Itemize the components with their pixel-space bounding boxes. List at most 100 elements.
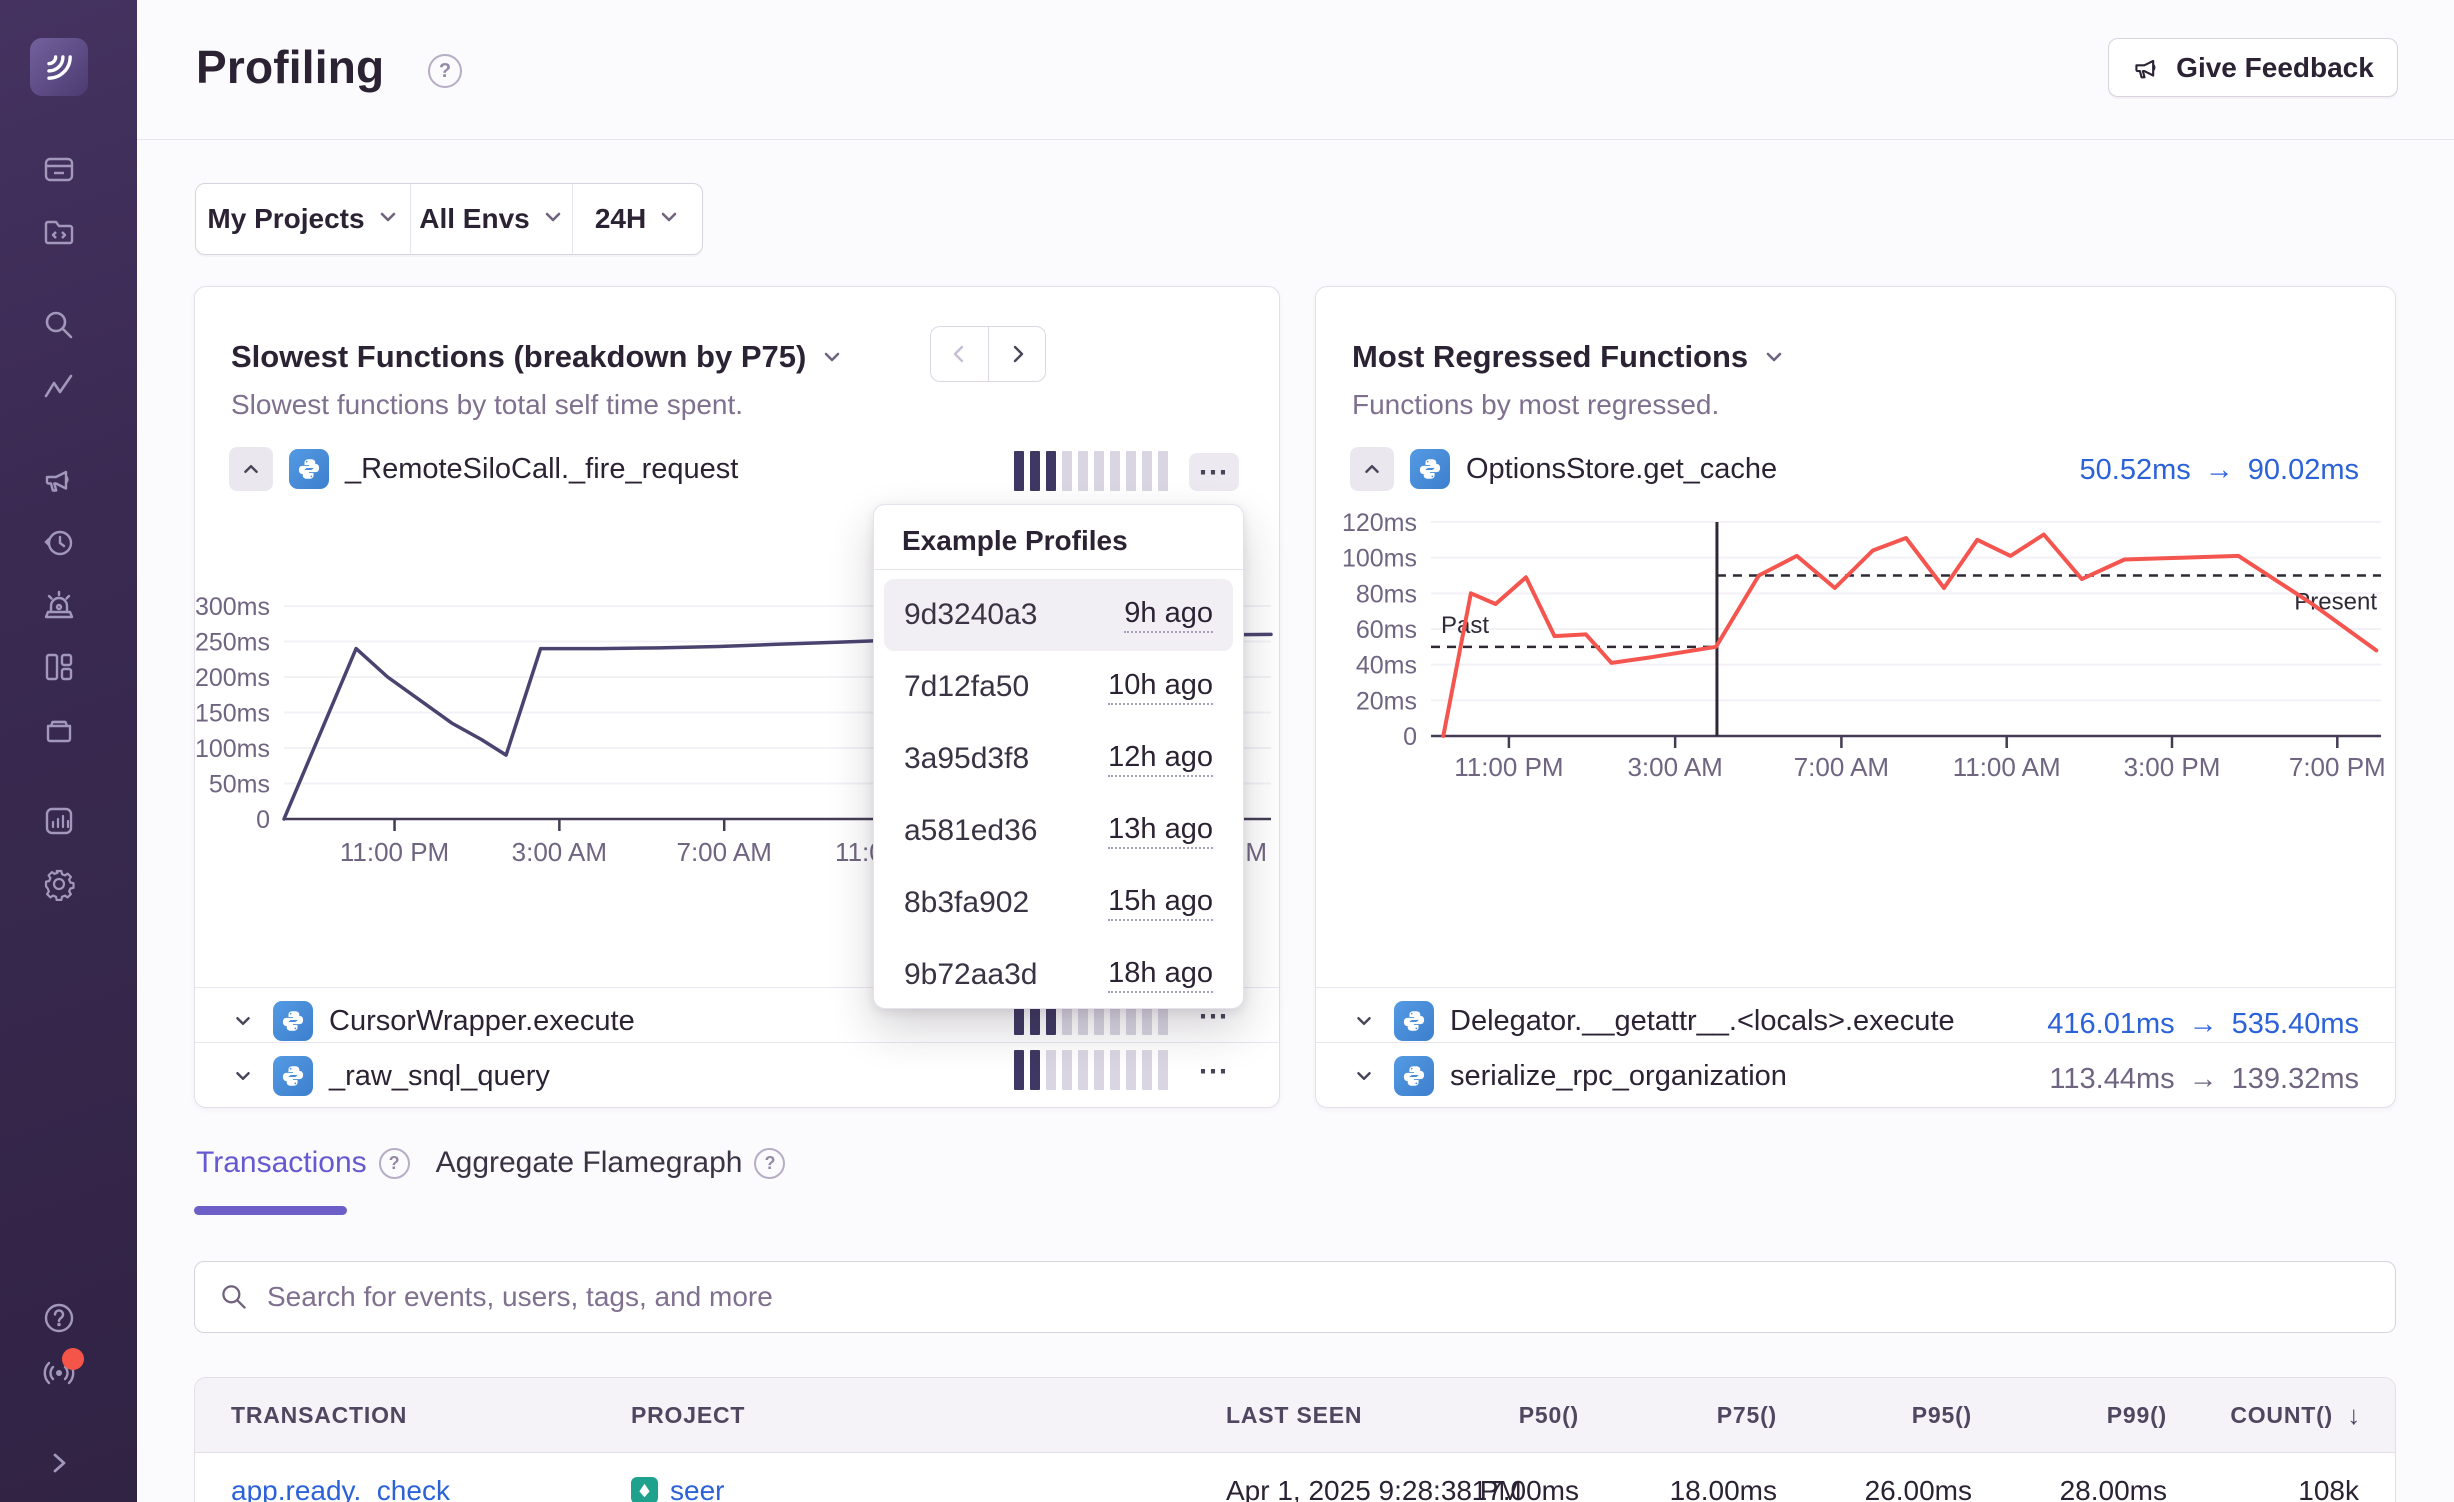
table-header-row: TRANSACTION PROJECT LAST SEEN P50() P75(… [195, 1378, 2395, 1453]
date-range-filter[interactable]: 24H [573, 184, 702, 254]
sidebar-item-search[interactable] [42, 308, 76, 342]
collapse-function-button[interactable] [229, 447, 273, 491]
tab-transactions[interactable]: Transactions ? [196, 1146, 410, 1180]
column-header-p99[interactable]: P99() [2107, 1378, 2167, 1453]
column-header-p75[interactable]: P75() [1717, 1378, 1777, 1453]
sort-desc-icon[interactable]: ↓ [2347, 1378, 2361, 1453]
search-input[interactable] [267, 1281, 2395, 1313]
sidebar-item-alerts[interactable] [42, 588, 76, 622]
function-sparkline [1014, 451, 1168, 491]
python-platform-icon [289, 449, 329, 489]
function-menu-button[interactable]: ⋯ [1189, 453, 1239, 491]
seer-project-icon [631, 1477, 658, 1502]
function-name: _raw_snql_query [329, 1060, 550, 1093]
expand-function-button[interactable] [1350, 1062, 1378, 1090]
flamegraph-help-icon[interactable]: ? [754, 1148, 785, 1179]
chevron-down-icon [542, 203, 564, 235]
pager-prev-button[interactable] [930, 326, 988, 382]
svg-text:80ms: 80ms [1356, 580, 1417, 608]
sidebar-item-help[interactable] [42, 1301, 76, 1335]
profiling-help-icon[interactable]: ? [428, 54, 462, 88]
profile-age-link[interactable]: 13h ago [1108, 813, 1213, 849]
python-platform-icon [273, 1001, 313, 1041]
svg-text:150ms: 150ms [195, 700, 270, 728]
profiling-page: Profiling ? Give Feedback My Projects Al… [0, 0, 2454, 1502]
profile-item[interactable]: 9b72aa3d 18h ago [884, 939, 1233, 1011]
column-header-p95[interactable]: P95() [1912, 1378, 1972, 1453]
sidebar-item-explore[interactable] [42, 215, 76, 249]
python-platform-icon [1394, 1001, 1434, 1041]
transactions-help-icon[interactable]: ? [379, 1148, 410, 1179]
p50-cell: 17.00ms [1472, 1453, 1579, 1502]
sentry-logo-icon [40, 48, 78, 86]
sentry-logo[interactable] [30, 38, 88, 96]
give-feedback-button[interactable]: Give Feedback [2108, 38, 2398, 97]
expand-function-button[interactable] [1350, 1007, 1378, 1035]
profile-age-link[interactable]: 12h ago [1108, 741, 1213, 777]
svg-text:60ms: 60ms [1356, 616, 1417, 644]
tab-aggregate-flamegraph[interactable]: Aggregate Flamegraph ? [436, 1146, 786, 1180]
column-header-project[interactable]: PROJECT [631, 1378, 745, 1453]
table-row[interactable]: app.ready._check seer Apr 1, 2025 9:28:3… [195, 1453, 2395, 1502]
expand-function-button[interactable] [229, 1062, 257, 1090]
column-header-transaction[interactable]: TRANSACTION [231, 1378, 407, 1453]
svg-text:0: 0 [256, 806, 270, 834]
column-header-p50[interactable]: P50() [1519, 1378, 1579, 1453]
p75-cell: 18.00ms [1670, 1453, 1777, 1502]
function-menu-button[interactable]: ⋯ [1189, 1052, 1239, 1090]
profile-age-link[interactable]: 10h ago [1108, 669, 1213, 705]
function-row[interactable]: _RemoteSiloCall._fire_request ⋯ [195, 447, 1279, 494]
arrow-right-icon: → [2189, 1063, 2218, 1096]
slowest-functions-subtitle: Slowest functions by total self time spe… [231, 389, 743, 421]
regression-chart[interactable]: 020ms40ms60ms80ms100ms120ms11:00 PM3:00 … [1316, 481, 2397, 821]
profile-age-link[interactable]: 9h ago [1124, 597, 1213, 633]
page-title: Profiling [196, 40, 384, 94]
expand-function-button[interactable] [229, 1007, 257, 1035]
svg-text:7:00 AM: 7:00 AM [676, 837, 771, 867]
most-regressed-title-dropdown[interactable]: Most Regressed Functions [1352, 339, 1786, 375]
sidebar-item-issues[interactable] [42, 152, 76, 186]
sidebar-item-feedback[interactable] [42, 463, 76, 497]
svg-text:40ms: 40ms [1356, 652, 1417, 680]
profile-item[interactable]: 7d12fa50 10h ago [884, 651, 1233, 723]
sidebar-expand-button[interactable] [42, 1446, 76, 1480]
function-row[interactable]: _raw_snql_query ⋯ [195, 1042, 1279, 1097]
sidebar-item-settings[interactable] [42, 867, 76, 901]
slowest-functions-title-dropdown[interactable]: Slowest Functions (breakdown by P75) [231, 339, 844, 375]
sidebar-item-replays[interactable] [42, 526, 76, 560]
regressed-function-row[interactable]: serialize_rpc_organization 113.44ms → 13… [1316, 1042, 2395, 1097]
sidebar-item-stats[interactable] [42, 804, 76, 838]
function-name: Delegator.__getattr__.<locals>.execute [1450, 1005, 1955, 1038]
regressed-function-row[interactable]: Delegator.__getattr__.<locals>.execute 4… [1316, 987, 2395, 1042]
profile-item[interactable]: 8b3fa902 15h ago [884, 867, 1233, 939]
slowest-functions-title: Slowest Functions (breakdown by P75) [231, 339, 806, 375]
chevron-down-icon [658, 203, 680, 235]
sidebar-item-whats-new[interactable] [42, 1355, 76, 1389]
profile-id: 9b72aa3d [904, 958, 1037, 992]
sidebar-item-insights[interactable] [42, 371, 76, 405]
pager-next-button[interactable] [988, 326, 1046, 382]
column-header-last-seen[interactable]: LAST SEEN [1226, 1378, 1362, 1453]
column-header-count[interactable]: COUNT() [2230, 1378, 2333, 1453]
profile-age-link[interactable]: 18h ago [1108, 957, 1213, 993]
regression-values[interactable]: 416.01ms → 535.40ms [2047, 1008, 2359, 1041]
project-name-link[interactable]: seer [670, 1475, 724, 1502]
profile-age-link[interactable]: 15h ago [1108, 885, 1213, 921]
environment-filter[interactable]: All Envs [410, 184, 573, 254]
function-name: serialize_rpc_organization [1450, 1060, 1787, 1093]
search-bar[interactable] [194, 1261, 2396, 1333]
profile-item[interactable]: 9d3240a3 9h ago [884, 579, 1233, 651]
project-cell[interactable]: seer [631, 1453, 724, 1502]
profile-item[interactable]: 3a95d3f8 12h ago [884, 723, 1233, 795]
chevron-down-icon [1762, 345, 1786, 369]
project-filter[interactable]: My Projects [196, 184, 410, 254]
sidebar-item-dashboards[interactable] [42, 650, 76, 684]
svg-text:0: 0 [1403, 723, 1417, 751]
profile-id: 8b3fa902 [904, 886, 1029, 920]
svg-text:300ms: 300ms [195, 593, 270, 621]
sidebar-item-releases[interactable] [42, 712, 76, 746]
profile-item[interactable]: a581ed36 13h ago [884, 795, 1233, 867]
transaction-link[interactable]: app.ready._check [231, 1453, 450, 1502]
regression-values[interactable]: 113.44ms → 139.32ms [2049, 1063, 2359, 1096]
project-filter-label: My Projects [207, 203, 364, 235]
